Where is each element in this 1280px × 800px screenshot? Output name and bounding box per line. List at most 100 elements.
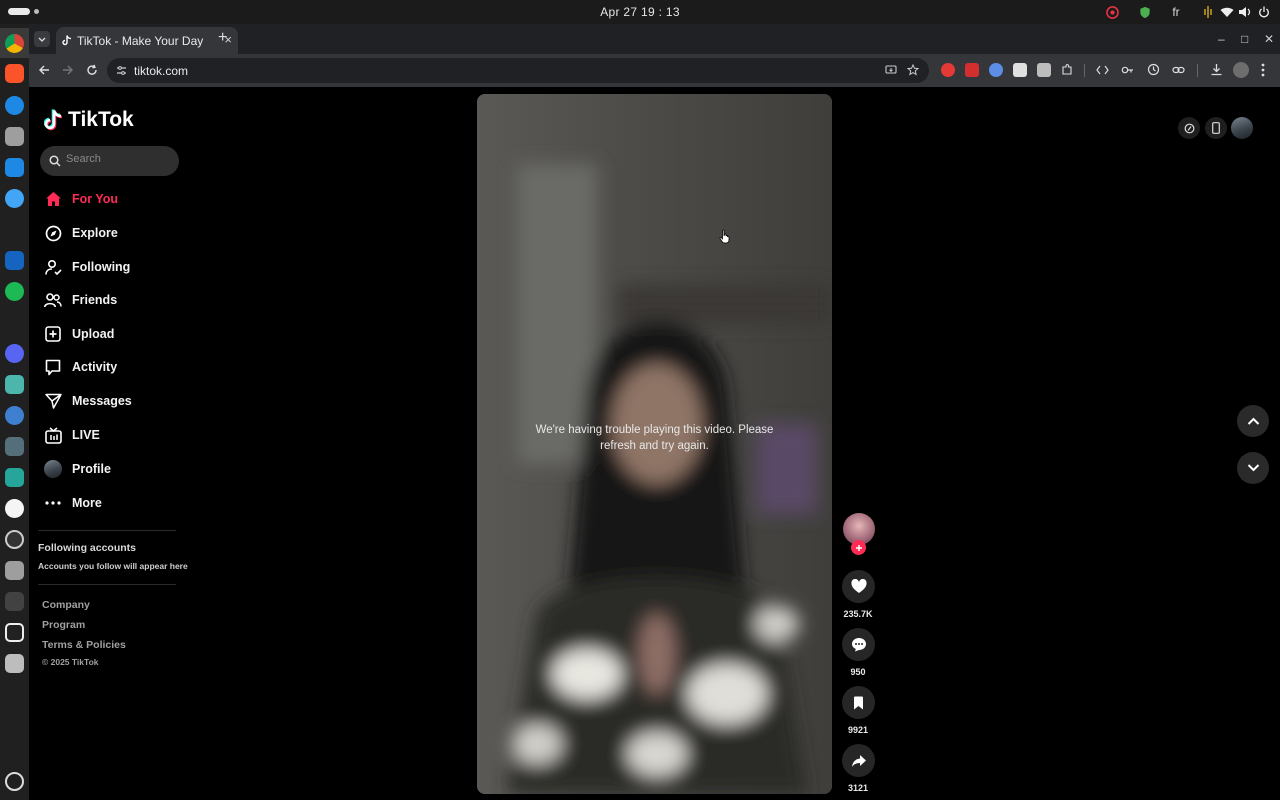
app-dock (0, 24, 29, 800)
show-apps-icon[interactable] (5, 772, 24, 791)
nav-friends[interactable]: Friends (44, 288, 117, 312)
search-box[interactable] (40, 146, 179, 176)
settings-app-icon[interactable] (5, 561, 24, 580)
minimize-button[interactable]: – (1218, 32, 1225, 46)
chrome-indicator-icon[interactable] (1104, 4, 1120, 20)
browser-tab-strip: TikTok - Make Your Day × + – □ ✕ (29, 24, 1280, 54)
power-icon[interactable] (1256, 4, 1272, 20)
volume-icon[interactable] (1237, 4, 1253, 20)
brave-app-icon[interactable] (5, 64, 24, 83)
discord-app-icon[interactable] (5, 344, 24, 363)
vscode-app-icon[interactable] (5, 158, 24, 177)
nav-messages[interactable]: Messages (44, 389, 132, 413)
footer-link-company[interactable]: Company (42, 599, 90, 611)
site-info-icon[interactable] (116, 65, 127, 76)
extension-translate-icon[interactable] (1013, 63, 1027, 77)
intellij-app-icon[interactable] (5, 251, 24, 270)
browser-menu-icon[interactable] (1261, 63, 1265, 77)
nav-profile[interactable]: Profile (44, 457, 111, 481)
install-app-icon[interactable] (885, 65, 897, 76)
coins-button[interactable] (1178, 117, 1200, 139)
files-app-icon[interactable] (5, 127, 24, 146)
nav-label: Profile (72, 462, 111, 476)
drop-app-icon[interactable] (5, 499, 24, 518)
get-app-button[interactable] (1205, 117, 1227, 139)
window-close-button[interactable]: ✕ (1264, 32, 1274, 46)
system-top-bar: Apr 27 19 : 13 fr (0, 0, 1280, 24)
video-player[interactable]: We're having trouble playing this video.… (477, 94, 832, 794)
chrome-app-icon[interactable] (5, 34, 24, 53)
key-icon[interactable] (1121, 64, 1134, 76)
search-input[interactable] (66, 153, 172, 165)
reload-icon[interactable] (86, 64, 98, 76)
code-icon[interactable] (1096, 64, 1109, 76)
tab-search-button[interactable] (34, 31, 50, 47)
share-button[interactable] (842, 744, 875, 777)
profile-avatar (44, 460, 62, 478)
forward-arrow-icon[interactable] (62, 64, 74, 76)
bookmark-star-icon[interactable] (907, 64, 919, 76)
next-video-button[interactable] (1237, 452, 1269, 484)
tab-tiktok[interactable]: TikTok - Make Your Day × (56, 27, 238, 54)
link-icon[interactable] (1172, 64, 1185, 76)
browser-toolbar: tiktok.com (29, 54, 1280, 87)
messages-icon (44, 392, 62, 410)
spotify-app-icon[interactable] (5, 282, 24, 301)
following-accounts-hint: Accounts you follow will appear here (38, 561, 188, 571)
extensions-puzzle-icon[interactable] (1061, 63, 1074, 76)
previous-video-button[interactable] (1237, 405, 1269, 437)
tab-title: TikTok - Make Your Day (77, 34, 204, 48)
wifi-icon[interactable] (1219, 4, 1235, 20)
h-app-icon[interactable] (5, 623, 24, 642)
browser-profile-avatar[interactable] (1233, 62, 1249, 78)
friends-icon (44, 291, 62, 309)
footer-link-terms[interactable]: Terms & Policies (42, 639, 126, 651)
extension-qr-icon[interactable] (1037, 63, 1051, 77)
new-tab-button[interactable]: + (218, 29, 227, 47)
disk-app-icon[interactable] (5, 654, 24, 673)
app-center-icon[interactable] (5, 189, 24, 208)
history-icon[interactable] (1147, 63, 1160, 76)
nav-following[interactable]: Following (44, 255, 130, 279)
follow-button[interactable] (851, 540, 866, 555)
extension-youtube-icon[interactable] (965, 63, 979, 77)
logo-text: TikTok (68, 108, 134, 131)
qbittorrent-app-icon[interactable] (5, 406, 24, 425)
screen-app-icon[interactable] (5, 375, 24, 394)
nav-label: More (72, 496, 102, 510)
nav-for-you[interactable]: For You (44, 187, 118, 211)
save-count: 9921 (847, 725, 869, 735)
upload-icon (44, 325, 62, 343)
nav-explore[interactable]: Explore (44, 221, 118, 245)
save-button[interactable] (842, 686, 875, 719)
nav-activity[interactable]: Activity (44, 355, 117, 379)
sound-wave-icon[interactable] (1200, 4, 1216, 20)
nav-upload[interactable]: Upload (44, 322, 114, 346)
system-clock[interactable]: Apr 27 19 : 13 (0, 5, 1280, 19)
share-count: 3121 (847, 783, 869, 793)
extension-blue-icon[interactable] (989, 63, 1003, 77)
thunderbird-app-icon[interactable] (5, 96, 24, 115)
obs-app-icon[interactable] (5, 530, 24, 549)
bolt-app-icon[interactable] (5, 468, 24, 487)
address-bar[interactable]: tiktok.com (107, 58, 929, 83)
following-accounts-title: Following accounts (38, 542, 137, 554)
extension-record-icon[interactable] (941, 63, 955, 77)
phone-icon (1212, 122, 1220, 134)
nav-live[interactable]: LIVE (44, 423, 100, 447)
live-icon (44, 426, 62, 444)
back-arrow-icon[interactable] (38, 64, 50, 76)
keyboard-layout-indicator[interactable]: fr (1166, 4, 1186, 20)
user-avatar[interactable] (1231, 117, 1253, 139)
footer-link-program[interactable]: Program (42, 619, 85, 631)
like-button[interactable] (842, 570, 875, 603)
comment-button[interactable] (842, 628, 875, 661)
download-icon[interactable] (1210, 63, 1223, 76)
docker-app-icon[interactable] (5, 437, 24, 456)
shield-icon[interactable] (1137, 4, 1153, 20)
coin-icon (1184, 123, 1194, 133)
terminal-app-icon[interactable] (5, 592, 24, 611)
tiktok-logo[interactable]: TikTok (44, 108, 134, 132)
maximize-button[interactable]: □ (1241, 32, 1248, 46)
nav-more[interactable]: More (44, 491, 102, 515)
